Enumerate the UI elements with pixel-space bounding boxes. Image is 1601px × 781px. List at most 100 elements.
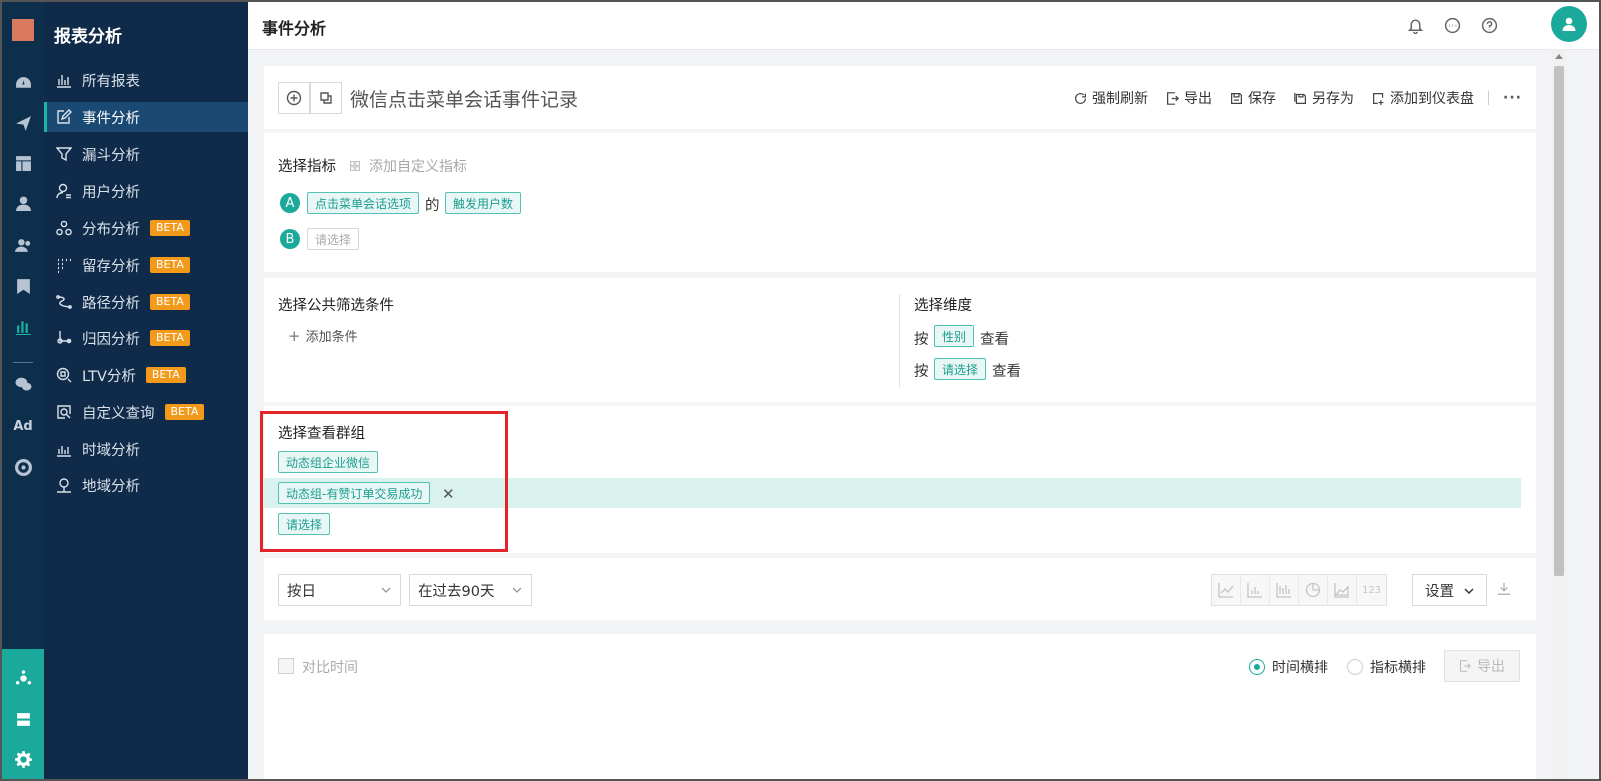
metric-a-event-select[interactable]: 点击菜单会话选项 [307,192,420,214]
page-scrollbar[interactable] [1551,50,1567,779]
save-button[interactable]: 保存 [1230,88,1276,108]
dimension-2-select[interactable]: 请选择 [934,358,987,380]
nav-item-event-analysis[interactable]: 事件分析 [44,102,248,132]
distribution-icon [56,220,72,236]
export-button[interactable]: 导出 [1166,88,1212,108]
gear-icon[interactable] [2,749,44,769]
area-chart-icon [1334,583,1349,598]
area-chart-button[interactable] [1328,575,1357,605]
settings-label: 设置 [1425,583,1454,600]
nav-item-distribution-analysis[interactable]: 分布分析 BETA [44,213,248,243]
nav-item-label: 事件分析 [82,110,140,127]
download-button[interactable] [1497,582,1513,598]
nav-item-ltv-analysis[interactable]: LTV分析 BETA [44,360,248,390]
metric-b-select[interactable]: 请选择 [307,228,360,250]
dimension-gender-select[interactable]: 性别 [934,325,975,347]
nav-item-path-analysis[interactable]: 路径分析 BETA [44,287,248,317]
beta-badge: BETA [164,404,205,420]
group-tag[interactable]: 动态组企业微信 [278,451,379,473]
nav-item-time-analysis[interactable]: 时域分析 [44,434,248,464]
filters-card: 选择公共筛选条件 + 添加条件 选择维度 按 性别 查看 按 请选择 查看 [264,278,1536,402]
copy-button[interactable] [310,82,342,114]
report-title[interactable]: 微信点击菜单会话事件记录 [350,85,578,112]
add-custom-metric-link[interactable]: 添加自定义指标 [349,156,467,176]
add-button[interactable] [278,82,310,114]
nav-item-label: LTV分析 [82,368,136,385]
table-export-button[interactable]: 导出 [1444,650,1520,682]
metric-a-of-text: 的 [425,198,440,214]
nav-item-all-reports[interactable]: 所有报表 [44,65,248,95]
compare-time-checkbox[interactable] [278,658,294,674]
nav-item-funnel-analysis[interactable]: 漏斗分析 [44,139,248,169]
beta-badge: BETA [150,330,190,346]
date-range-select[interactable]: 在过去90天 [409,574,532,606]
page-title: 事件分析 [262,19,327,38]
remove-group-close-icon[interactable]: ✕ [442,485,455,503]
metrics-card: 选择指标 添加自定义指标 A 点击菜单会话选项 的 触发用户数 B 请选择 [264,133,1536,272]
dimension-label: 选择维度 [914,298,972,314]
help-icon[interactable] [1479,15,1499,35]
beta-badge: BETA [150,220,190,236]
nav-item-geo-analysis[interactable]: 地域分析 [44,470,248,500]
metric-layout-radio[interactable] [1347,659,1363,675]
number-icon: 123 [1361,584,1382,596]
export-icon [1459,660,1471,672]
nav-item-attribution-analysis[interactable]: 归因分析 BETA [44,323,248,353]
export-icon [1167,91,1180,105]
nav-item-label: 漏斗分析 [82,147,140,164]
query-icon [57,405,71,419]
add-to-dashboard-button[interactable]: 添加到仪表盘 [1372,88,1474,108]
table-export-label: 导出 [1477,659,1505,675]
nav-item-label: 自定义查询 [82,405,155,422]
wechat-icon[interactable] [2,374,44,394]
users-icon[interactable] [2,235,44,255]
force-refresh-button[interactable]: 强制刷新 [1074,88,1148,108]
stacked-bar-button[interactable] [1270,575,1299,605]
analytics-icon[interactable] [2,316,44,336]
bookmark-icon[interactable] [2,276,44,296]
dashboard-icon[interactable] [2,73,44,93]
top-header: 事件分析 [248,2,1599,50]
rail-divider [13,362,33,363]
send-icon[interactable] [2,113,44,133]
secondary-nav: 报表分析 所有报表 事件分析 漏斗分析 用户分析 分布分析 BETA 留存分析 … [44,2,248,779]
add-condition-button[interactable]: + 添加条件 [288,326,358,346]
dots-grid-icon [58,258,71,273]
chart-type-group: 123 [1211,574,1387,606]
pie-chart-icon [1305,582,1321,598]
bar-chart-icon [1247,583,1262,598]
metric-a-measure-select[interactable]: 触发用户数 [445,192,522,214]
target-icon[interactable] [2,457,44,477]
action-label: 导出 [1184,91,1213,107]
plus-circle-icon [286,90,302,106]
layout-icon[interactable] [2,153,44,173]
save-icon [1231,92,1243,104]
bell-icon[interactable] [1405,15,1425,35]
number-button[interactable]: 123 [1357,575,1386,605]
group-select[interactable]: 请选择 [278,513,331,535]
bar-chart-button[interactable] [1241,575,1270,605]
save-as-button[interactable]: 另存为 [1294,88,1354,108]
nav-item-custom-query[interactable]: 自定义查询 BETA [44,397,248,427]
granularity-select[interactable]: 按日 [278,574,401,606]
server-icon[interactable] [2,709,44,729]
add-condition-label: 添加条件 [305,330,358,345]
avatar[interactable] [1551,6,1587,42]
nav-item-user-analysis[interactable]: 用户分析 [44,176,248,206]
line-chart-button[interactable] [1212,575,1241,605]
nav-item-retention-analysis[interactable]: 留存分析 BETA [44,250,248,280]
group-tag[interactable]: 动态组-有赞订单交易成功 [278,482,431,504]
chat-icon[interactable] [1442,15,1462,35]
network-icon[interactable] [2,668,44,688]
metric-a-marker: A [280,193,300,213]
dimension-by-text: 按 [914,364,929,380]
more-button[interactable]: ··· [1503,90,1522,106]
user-icon[interactable] [2,193,44,213]
plus-icon: + [288,326,301,345]
pie-chart-button[interactable] [1299,575,1328,605]
time-layout-radio[interactable] [1249,659,1265,675]
scroll-thumb[interactable] [1554,66,1564,576]
settings-dropdown[interactable]: 设置 [1412,574,1487,606]
scroll-up-arrow-icon[interactable] [1555,54,1563,59]
ad-icon[interactable]: Ad [2,416,44,436]
